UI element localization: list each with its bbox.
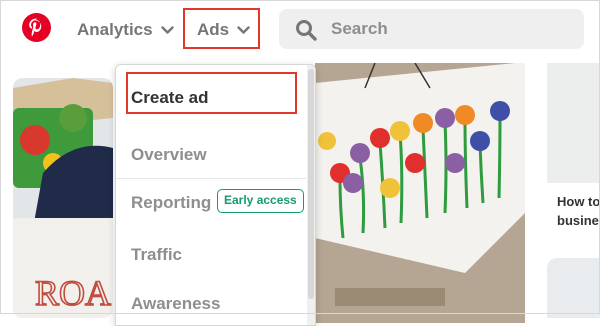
menu-item-reporting[interactable]: Reporting Early access <box>116 183 306 223</box>
pin-tulip-craft-image[interactable] <box>315 63 525 323</box>
menu-item-label: Traffic <box>131 245 183 264</box>
analytics-menu-button[interactable]: Analytics <box>77 0 174 60</box>
pin-right-bottom-image[interactable] <box>547 258 600 318</box>
early-access-badge: Early access <box>217 189 304 213</box>
pinterest-logo-icon[interactable] <box>22 13 51 42</box>
menu-item-label: Overview <box>131 145 207 164</box>
pin-lunchbox-image[interactable]: ROA <box>13 78 113 318</box>
pin-lunchbox-text: ROA <box>35 273 111 313</box>
pin-right-caption-line2: busine <box>557 213 599 228</box>
scrollbar-thumb[interactable] <box>308 69 314 299</box>
menu-item-label: Reporting <box>131 193 212 212</box>
menu-divider <box>116 178 306 179</box>
pin-right-caption-line1: How to <box>557 194 600 209</box>
ads-highlight-box <box>183 8 260 49</box>
menu-item-awareness[interactable]: Awareness <box>116 284 306 324</box>
chevron-down-icon <box>160 20 174 40</box>
search-input[interactable]: Search <box>331 19 388 39</box>
pin-right-top-image[interactable] <box>547 63 600 183</box>
search-icon <box>295 19 317 46</box>
search-bar[interactable]: Search <box>279 9 584 49</box>
menu-item-overview[interactable]: Overview <box>116 135 306 175</box>
top-nav-bar: Analytics Ads Search <box>0 0 600 60</box>
menu-item-traffic[interactable]: Traffic <box>116 235 306 275</box>
create-ad-highlight-box <box>126 72 297 114</box>
menu-item-label: Awareness <box>131 294 221 313</box>
pin-right-caption[interactable]: How to busine <box>557 192 600 230</box>
analytics-label: Analytics <box>77 20 153 39</box>
dropdown-scrollbar[interactable] <box>307 65 315 325</box>
